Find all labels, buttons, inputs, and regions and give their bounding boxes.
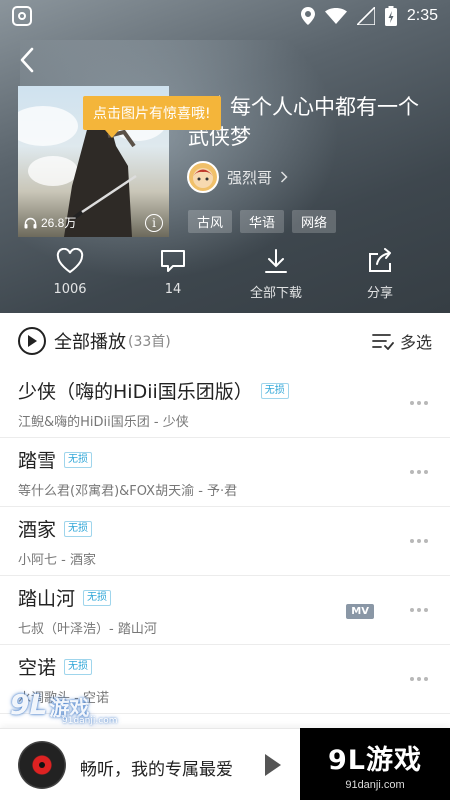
comment-count: 14 xyxy=(164,282,182,297)
playlist-header: 2:35 风｜每个人心中都有一个武侠梦 26.8万 i 点击图片有惊喜哦! 强烈… xyxy=(0,0,450,313)
play-icon xyxy=(28,335,37,347)
lossless-badge: 无损 xyxy=(64,451,93,468)
share-label: 分享 xyxy=(366,286,393,301)
more-icon[interactable] xyxy=(410,605,434,615)
vinyl-disc-icon[interactable] xyxy=(18,741,66,789)
download-all-label: 全部下载 xyxy=(249,286,302,301)
watermark-badge: 9L游戏 91danji.com xyxy=(300,728,450,800)
song-count: (33首) xyxy=(128,334,171,350)
back-arrow-icon[interactable] xyxy=(14,44,44,76)
song-title: 踏山河 xyxy=(18,588,76,610)
app-notification-icon xyxy=(12,6,32,26)
wifi-icon xyxy=(324,8,347,24)
tag-list: 古风 华语 网络 xyxy=(188,210,337,233)
info-icon[interactable]: i xyxy=(145,214,163,232)
play-count-value: 26.8万 xyxy=(41,216,77,230)
battery-icon xyxy=(384,6,397,26)
avatar-face-icon xyxy=(193,168,213,188)
like-button[interactable]: 1006 xyxy=(30,248,110,297)
lossless-badge: 无损 xyxy=(260,382,289,399)
play-all-button[interactable] xyxy=(18,327,46,355)
location-icon xyxy=(300,7,315,25)
now-playing-text: 畅听，我的专属最爱 xyxy=(80,760,233,780)
song-title: 少侠（嗨的HiDii国乐团版） xyxy=(18,381,253,403)
cover-tooltip[interactable]: 点击图片有惊喜哦! xyxy=(83,96,221,138)
comment-icon xyxy=(161,250,185,272)
watermark-site: 91danji.com xyxy=(345,778,405,791)
more-icon[interactable] xyxy=(410,398,434,408)
multi-select-button[interactable]: 多选 xyxy=(372,329,432,353)
play-icon[interactable] xyxy=(264,753,282,777)
lossless-badge: 无损 xyxy=(64,658,93,675)
watermark-logo-number: 9L xyxy=(10,688,48,721)
avatar xyxy=(187,161,219,193)
song-artist: 七叔（叶泽浩）- 踏山河 xyxy=(18,622,157,637)
list-item[interactable]: 酒家 无损 小阿七 - 酒家 xyxy=(0,507,450,576)
more-icon[interactable] xyxy=(410,467,434,477)
watermark-url: 91danji.com xyxy=(62,716,118,726)
creator-link[interactable]: 强烈哥 xyxy=(187,161,288,193)
heart-icon xyxy=(56,248,84,274)
play-all-row: 全部播放 (33首) 多选 xyxy=(0,313,450,369)
headphones-icon xyxy=(24,217,37,228)
song-title: 酒家 xyxy=(18,519,57,541)
download-all-button[interactable]: 全部下载 xyxy=(236,248,316,301)
download-icon xyxy=(265,249,287,273)
lossless-badge: 无损 xyxy=(64,520,93,537)
playlist-title: 风｜每个人心中都有一个武侠梦 xyxy=(188,95,419,149)
watermark-logo: 9L游戏 xyxy=(328,744,422,776)
action-bar: 1006 14 全部下载 分享 xyxy=(0,248,450,308)
list-item[interactable]: 踏山河 无损 七叔（叶泽浩）- 踏山河 MV xyxy=(0,576,450,645)
tag-chip[interactable]: 华语 xyxy=(240,210,285,233)
list-item[interactable]: 踏雪 无损 等什么君(邓寓君)&FOX胡天渝 - 予·君 xyxy=(0,438,450,507)
mv-badge[interactable]: MV xyxy=(346,604,374,619)
play-all-label[interactable]: 全部播放 xyxy=(54,328,126,354)
signal-icon xyxy=(356,7,375,25)
like-count: 1006 xyxy=(53,282,87,297)
status-time: 2:35 xyxy=(406,7,438,24)
comment-button[interactable]: 14 xyxy=(133,248,213,297)
tag-chip[interactable]: 网络 xyxy=(292,210,337,233)
song-artist: 等什么君(邓寓君)&FOX胡天渝 - 予·君 xyxy=(18,484,238,499)
tag-chip[interactable]: 古风 xyxy=(188,210,233,233)
song-list: 少侠（嗨的HiDii国乐团版） 无损 江鲵&嗨的HiDii国乐团 - 少侠 踏雪… xyxy=(0,369,450,714)
share-button[interactable]: 分享 xyxy=(340,248,420,301)
more-icon[interactable] xyxy=(410,536,434,546)
chevron-right-icon xyxy=(280,171,288,183)
song-artist: 江鲵&嗨的HiDii国乐团 - 少侠 xyxy=(18,415,189,430)
share-icon xyxy=(369,248,391,272)
song-artist: 小阿七 - 酒家 xyxy=(18,553,96,568)
status-bar: 2:35 xyxy=(0,0,450,32)
song-title: 空诺 xyxy=(18,657,57,679)
list-item[interactable]: 少侠（嗨的HiDii国乐团版） 无损 江鲵&嗨的HiDii国乐团 - 少侠 xyxy=(0,369,450,438)
cover-play-count: 26.8万 xyxy=(24,214,76,231)
multi-select-label: 多选 xyxy=(399,333,432,352)
watermark-overlay: 9L 游戏 91danji.com xyxy=(10,688,117,726)
song-title: 踏雪 xyxy=(18,450,57,472)
more-icon[interactable] xyxy=(410,674,434,684)
checklist-icon xyxy=(372,334,394,350)
creator-name: 强烈哥 xyxy=(227,168,273,187)
lossless-badge: 无损 xyxy=(83,589,112,606)
